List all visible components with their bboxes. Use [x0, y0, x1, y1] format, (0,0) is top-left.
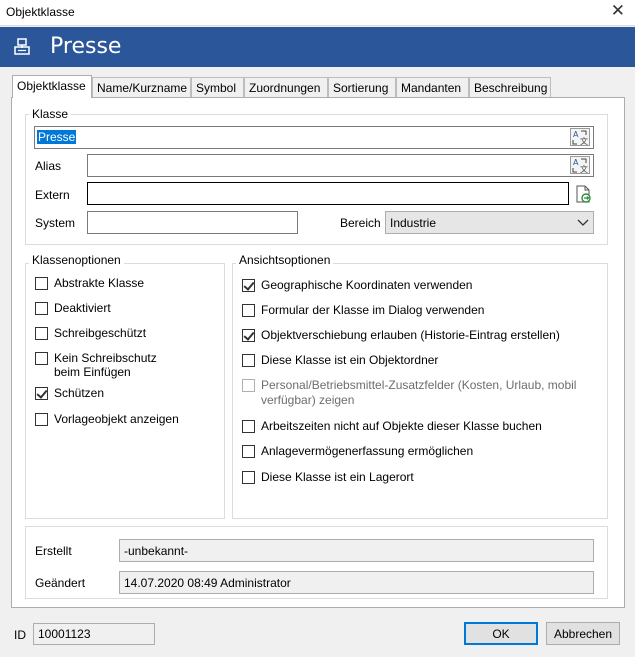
tab-name-kurzname[interactable]: Name/Kurzname	[92, 77, 191, 97]
bereich-dropdown[interactable]: Industrie	[385, 211, 594, 234]
option-label: Objektverschiebung erlauben (Historie-Ei…	[261, 328, 560, 342]
option-label: Diese Klasse ist ein Lagerort	[261, 470, 414, 484]
id-field: 10001123	[33, 623, 155, 645]
option-kein-schreibschutz[interactable]: Kein Schreibschutz beim Einfügen	[35, 351, 165, 379]
option-deaktiviert[interactable]: Deaktiviert	[35, 301, 111, 315]
chevron-down-icon	[577, 219, 589, 226]
bereich-label: Bereich	[340, 216, 381, 230]
option-objektverschiebung[interactable]: Objektverschiebung erlauben (Historie-Ei…	[242, 328, 560, 342]
tab-zuordnungen[interactable]: Zuordnungen	[244, 77, 328, 97]
header-banner: Presse	[0, 27, 635, 67]
option-vorlageobjekt[interactable]: Vorlageobjekt anzeigen	[35, 412, 179, 426]
klassenoptionen-label: Klassenoptionen	[29, 253, 124, 267]
tab-objektklasse[interactable]: Objektklasse	[12, 75, 92, 98]
checkbox[interactable]	[242, 354, 255, 367]
checkbox[interactable]	[242, 329, 255, 342]
id-value: 10001123	[38, 627, 91, 641]
option-label: Schützen	[54, 386, 105, 400]
tab-sortierung[interactable]: Sortierung	[328, 77, 396, 97]
option-schreibgeschuetzt[interactable]: Schreibgeschützt	[35, 326, 146, 340]
system-field[interactable]	[87, 211, 298, 234]
option-label: Diese Klasse ist ein Objektordner	[261, 353, 439, 367]
alias-field[interactable]	[87, 154, 594, 177]
ok-button[interactable]: OK	[464, 622, 538, 645]
option-abstrakte-klasse[interactable]: Abstrakte Klasse	[35, 276, 144, 290]
klasse-group-label: Klasse	[29, 107, 72, 121]
checkbox[interactable]	[242, 420, 255, 433]
class-icon	[14, 38, 30, 55]
alias-translate-icon[interactable]: A 文	[570, 156, 590, 174]
translate-icon[interactable]: A 文	[570, 128, 590, 146]
window-title: Objektklasse	[6, 5, 75, 19]
cancel-button[interactable]: Abbrechen	[546, 622, 620, 645]
extern-link-icon[interactable]	[574, 185, 592, 203]
option-label: Formular der Klasse im Dialog verwenden	[261, 303, 485, 317]
checkbox[interactable]	[35, 327, 48, 340]
checkbox[interactable]	[242, 304, 255, 317]
geaendert-value: 14.07.2020 08:49 Administrator	[124, 576, 291, 590]
svg-text:文: 文	[580, 164, 588, 174]
option-objektordner[interactable]: Diese Klasse ist ein Objektordner	[242, 353, 438, 367]
extern-field[interactable]	[87, 182, 569, 205]
checkbox[interactable]	[242, 279, 255, 292]
option-label: Kein Schreibschutz beim Einfügen	[54, 351, 157, 379]
option-label: Abstrakte Klasse	[54, 276, 145, 290]
checkbox[interactable]	[35, 352, 48, 365]
tab-mandanten[interactable]: Mandanten	[396, 77, 469, 97]
checkbox	[242, 379, 255, 392]
svg-text:A: A	[573, 130, 579, 139]
option-label: Deaktiviert	[54, 301, 111, 315]
checkbox[interactable]	[242, 471, 255, 484]
checkbox[interactable]	[35, 387, 48, 400]
option-zusatzfelder: Personal/Betriebsmittel-Zusatzfelder (Ko…	[242, 378, 597, 408]
option-schuetzen[interactable]: Schützen	[35, 386, 104, 400]
tab-panel: Klasse Presse A 文 Alias A 文 Extern Syste…	[11, 97, 625, 608]
checkbox[interactable]	[35, 413, 48, 426]
title-bar: Objektklasse ✕	[0, 0, 635, 26]
checkbox[interactable]	[35, 302, 48, 315]
option-formular-dialog[interactable]: Formular der Klasse im Dialog verwenden	[242, 303, 484, 317]
erstellt-field: -unbekannt-	[119, 539, 594, 562]
option-anlagevermoegen[interactable]: Anlagevermögenerfassung ermöglichen	[242, 444, 473, 458]
system-label: System	[35, 216, 76, 230]
tab-beschreibung[interactable]: Beschreibung	[469, 77, 551, 97]
svg-text:文: 文	[580, 136, 588, 146]
erstellt-value: -unbekannt-	[124, 544, 189, 558]
class-name-field[interactable]: Presse	[34, 126, 594, 149]
tab-symbol[interactable]: Symbol	[191, 77, 244, 97]
geaendert-label: Geändert	[35, 576, 86, 590]
id-label: ID	[14, 628, 26, 642]
option-label: Arbeitszeiten nicht auf Objekte dieser K…	[261, 419, 542, 433]
option-label: Vorlageobjekt anzeigen	[54, 412, 179, 426]
header-title: Presse	[50, 34, 122, 59]
ansichtsoptionen-label: Ansichtsoptionen	[236, 253, 334, 267]
option-lagerort[interactable]: Diese Klasse ist ein Lagerort	[242, 470, 414, 484]
option-label: Personal/Betriebsmittel-Zusatzfelder (Ko…	[261, 378, 577, 407]
erstellt-label: Erstellt	[35, 544, 72, 558]
option-label: Anlagevermögenerfassung ermöglichen	[261, 444, 474, 458]
extern-label: Extern	[35, 188, 70, 202]
svg-text:A: A	[573, 158, 579, 167]
bereich-value: Industrie	[390, 216, 437, 230]
alias-label: Alias	[35, 159, 62, 173]
option-label: Schreibgeschützt	[54, 326, 147, 340]
checkbox[interactable]	[35, 277, 48, 290]
option-arbeitszeiten[interactable]: Arbeitszeiten nicht auf Objekte dieser K…	[242, 419, 542, 433]
checkbox[interactable]	[242, 445, 255, 458]
geaendert-field: 14.07.2020 08:49 Administrator	[119, 571, 594, 594]
class-name-value: Presse	[37, 130, 77, 144]
close-icon[interactable]: ✕	[611, 1, 625, 21]
option-geo-koordinaten[interactable]: Geographische Koordinaten verwenden	[242, 278, 472, 292]
option-label: Geographische Koordinaten verwenden	[261, 278, 473, 292]
